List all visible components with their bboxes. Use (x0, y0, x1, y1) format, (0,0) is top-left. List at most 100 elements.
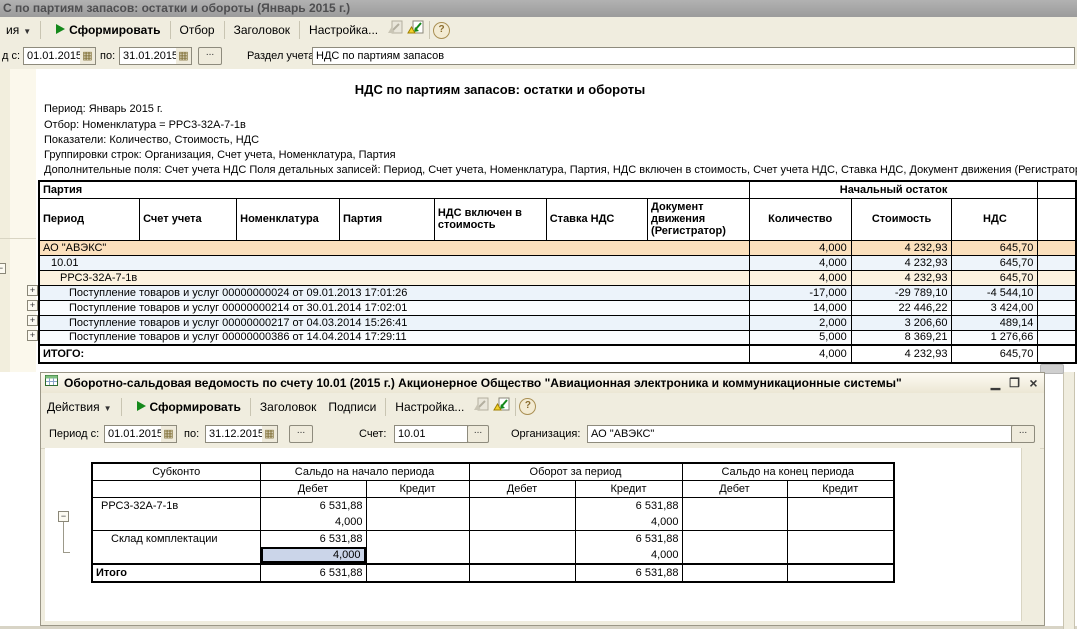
actions-menu-button[interactable]: Действия▼ (41, 397, 118, 417)
date-from-input[interactable]: 01.01.2015 (23, 47, 82, 65)
calendar-icon[interactable]: ▦ (161, 425, 177, 443)
cell-vat[interactable]: 645,70 (952, 255, 1038, 270)
cell-debit-turn[interactable] (469, 498, 575, 531)
restore-values-icon[interactable] (386, 20, 403, 40)
filter-button[interactable]: Отбор (174, 20, 221, 40)
maximize-icon[interactable]: ❒ (1006, 376, 1023, 391)
generate-button[interactable]: Сформировать (44, 20, 166, 40)
collapse-icon[interactable]: − (0, 263, 6, 274)
cell-qty[interactable]: 4,000 (749, 255, 851, 270)
save-values-icon[interactable] (407, 20, 424, 40)
period-more-button[interactable]: ... (198, 47, 222, 65)
collapse-icon[interactable]: − (58, 511, 69, 522)
row-label[interactable]: РРС3-32А-7-1в (92, 498, 260, 531)
generate-button[interactable]: Сформировать (125, 397, 247, 417)
period-from-label: Период с: (49, 428, 99, 440)
help-icon[interactable]: ? (433, 22, 450, 39)
cell-debit-end[interactable] (682, 498, 787, 531)
cell-credit-end[interactable] (787, 531, 894, 565)
organization-input[interactable]: АО "АВЭКС" (587, 425, 1013, 443)
cell-credit-start[interactable] (366, 498, 469, 531)
cell-debit-end[interactable] (682, 564, 787, 582)
cell-cost[interactable]: 4 232,93 (851, 345, 952, 363)
cell-cost[interactable]: -29 789,10 (851, 285, 952, 300)
date-to-input[interactable]: 31.01.2015 (119, 47, 178, 65)
row-label[interactable]: Поступление товаров и услуг 00000000217 … (39, 315, 749, 330)
expand-icon[interactable]: + (27, 285, 38, 296)
period-more-button[interactable]: ... (289, 425, 313, 443)
cell-vat[interactable]: 645,70 (952, 345, 1038, 363)
row-label[interactable]: АО "АВЭКС" (39, 240, 749, 255)
help-icon[interactable]: ? (519, 398, 536, 415)
cell-cost[interactable]: 4 232,93 (851, 270, 952, 285)
cell-qty[interactable]: 2,000 (749, 315, 851, 330)
row-label[interactable]: Поступление товаров и услуг 00000000386 … (39, 330, 749, 345)
cell-debit-turn[interactable] (469, 564, 575, 582)
scrollbar[interactable] (1021, 448, 1040, 621)
expand-icon[interactable]: + (27, 315, 38, 326)
cell-debit-end[interactable] (682, 531, 787, 565)
expand-icon[interactable]: + (27, 330, 38, 341)
cell-credit-start[interactable] (366, 531, 469, 565)
cell-debit-start[interactable]: 6 531,88 4,000 (260, 498, 366, 531)
minimize-icon[interactable]: ▁ (987, 376, 1004, 391)
cell-qty[interactable]: 4,000 (749, 240, 851, 255)
cell-cost[interactable]: 4 232,93 (851, 240, 952, 255)
signatures-button[interactable]: Подписи (322, 397, 382, 417)
settings-button[interactable]: Настройка... (303, 20, 384, 40)
top-window-scrollbar[interactable] (1063, 372, 1075, 629)
close-icon[interactable]: × (1025, 376, 1042, 391)
date-to-input[interactable]: 31.12.2015 (205, 425, 264, 443)
cell-vat[interactable]: 489,14 (952, 315, 1038, 330)
cell-cost[interactable]: 8 369,21 (851, 330, 952, 345)
account-input[interactable]: 10.01 (394, 425, 468, 443)
header-button[interactable]: Заголовок (228, 20, 296, 40)
cell-credit-end[interactable] (787, 564, 894, 582)
cell-credit-turn[interactable]: 6 531,88 4,000 (575, 531, 682, 565)
cell-credit-turn[interactable]: 6 531,88 (575, 564, 682, 582)
total-label[interactable]: ИТОГО: (39, 345, 749, 363)
calendar-icon[interactable]: ▦ (80, 47, 96, 65)
cell-debit-start[interactable]: 6 531,88 (260, 564, 366, 582)
cell-vat[interactable]: 1 276,66 (952, 330, 1038, 345)
col-qty: Количество (749, 198, 851, 240)
cell-vat[interactable]: -4 544,10 (952, 285, 1038, 300)
row-label[interactable]: Склад комплектации (92, 531, 260, 565)
save-values-icon[interactable] (493, 397, 510, 417)
calendar-icon[interactable]: ▦ (176, 47, 192, 65)
col-period: Период (39, 198, 140, 240)
date-from-input[interactable]: 01.01.2015 (104, 425, 163, 443)
actions-menu-button[interactable]: ия▼ (0, 20, 37, 40)
row-label[interactable]: Поступление товаров и услуг 00000000214 … (39, 300, 749, 315)
cell-qty[interactable]: 4,000 (749, 270, 851, 285)
cell-debit-start[interactable]: 6 531,88 4,000 (260, 531, 366, 565)
account-more-button[interactable]: ... (467, 425, 489, 443)
organization-more-button[interactable]: ... (1011, 425, 1035, 443)
section-input[interactable]: НДС по партиям запасов (312, 47, 1075, 65)
cell-cost[interactable]: 3 206,60 (851, 315, 952, 330)
cell-vat[interactable]: 645,70 (952, 240, 1038, 255)
cell-cost[interactable]: 4 232,93 (851, 255, 952, 270)
clipped-cell (1038, 240, 1076, 255)
cell-qty[interactable]: 14,000 (749, 300, 851, 315)
cell-credit-turn[interactable]: 6 531,88 4,000 (575, 498, 682, 531)
cell-qty[interactable]: 4,000 (749, 345, 851, 363)
cell-qty[interactable]: -17,000 (749, 285, 851, 300)
restore-values-icon[interactable] (472, 397, 489, 417)
row-label[interactable]: РРС3-32А-7-1в (39, 270, 749, 285)
row-label[interactable]: 10.01 (39, 255, 749, 270)
cell-credit-start[interactable] (366, 564, 469, 582)
total-label[interactable]: Итого (92, 564, 260, 582)
row-label[interactable]: Поступление товаров и услуг 00000000024 … (39, 285, 749, 300)
cell-credit-end[interactable] (787, 498, 894, 531)
expand-icon[interactable]: + (27, 300, 38, 311)
cell-cost[interactable]: 22 446,22 (851, 300, 952, 315)
cell-vat[interactable]: 645,70 (952, 270, 1038, 285)
calendar-icon[interactable]: ▦ (262, 425, 278, 443)
settings-button[interactable]: Настройка... (389, 397, 470, 417)
header-button[interactable]: Заголовок (254, 397, 322, 417)
bottom-window-titlebar[interactable]: Оборотно-сальдовая ведомость по счету 10… (41, 373, 1044, 394)
cell-qty[interactable]: 5,000 (749, 330, 851, 345)
cell-debit-turn[interactable] (469, 531, 575, 565)
cell-vat[interactable]: 3 424,00 (952, 300, 1038, 315)
